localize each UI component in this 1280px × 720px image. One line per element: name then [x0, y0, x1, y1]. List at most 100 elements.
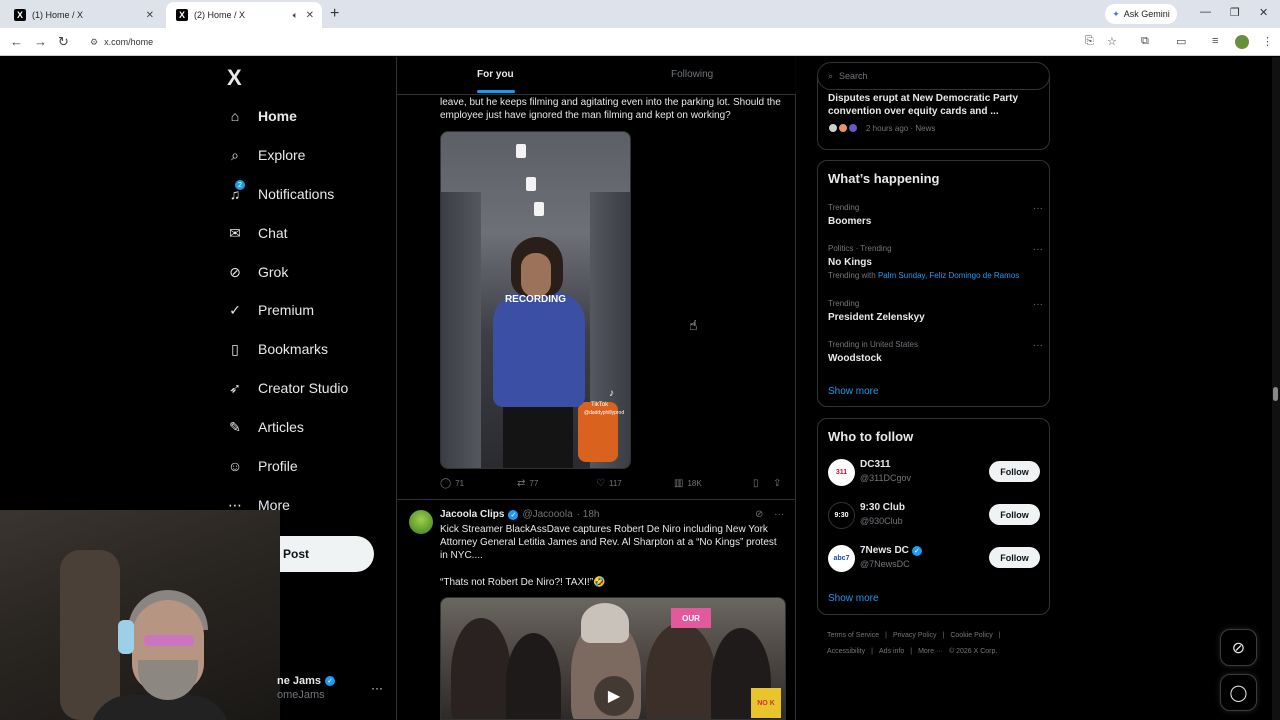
install-app-icon[interactable]: ⎘ [1085, 35, 1094, 48]
reply-button[interactable]: ◯ 71 [440, 478, 464, 489]
nav-item-explore[interactable]: ⌕ Explore [226, 142, 305, 168]
follow-button[interactable]: Follow [989, 547, 1040, 568]
close-tab-icon[interactable]: ✕ [146, 10, 154, 21]
trend-item[interactable]: Trending President Zelenskyy ··· [828, 299, 1043, 323]
more-options-icon[interactable]: ··· [1033, 203, 1043, 214]
show-more-link[interactable]: Show more [828, 593, 879, 604]
forward-icon[interactable]: → [34, 34, 47, 49]
timeline-tabs: For you Following [397, 57, 796, 95]
nav-item-creator-studio[interactable]: ➶ Creator Studio [226, 375, 348, 401]
footer-link-more[interactable]: More ··· [918, 648, 943, 655]
new-tab-icon[interactable]: + [330, 5, 339, 23]
browser-tab-1[interactable]: X (1) Home / X ✕ [4, 2, 162, 28]
nav-item-notifications[interactable]: ♫ 2 Notifications [226, 180, 334, 207]
x-logo[interactable]: X [227, 65, 242, 91]
address-bar[interactable]: ⚙ x.com/home [86, 33, 1066, 51]
verified-badge-icon: ✓ [911, 545, 922, 556]
nav-item-chat[interactable]: ✉ Chat [226, 220, 287, 246]
webcam-glasses [144, 635, 194, 646]
nav-item-premium[interactable]: ✓ Premium [226, 297, 314, 323]
grok-icon[interactable]: ⊘ [755, 509, 763, 520]
grok-icon: ⊘ [229, 263, 241, 280]
chat-floating-button[interactable]: ◯ [1220, 674, 1257, 711]
nav-item-profile[interactable]: ☺ Profile [226, 453, 298, 479]
footer-link-accessibility[interactable]: Accessibility [827, 648, 865, 655]
nav-item-bookmarks[interactable]: ▯ Bookmarks [226, 336, 328, 362]
grok-floating-button[interactable]: ⊘ [1220, 629, 1257, 666]
avatar [828, 123, 838, 133]
site-info-icon[interactable]: ⚙ [90, 37, 98, 48]
scrollbar-thumb[interactable] [1273, 387, 1278, 401]
footer-separator: | [942, 632, 945, 639]
browser-profile-avatar[interactable] [1235, 35, 1249, 49]
news-time: 2 hours ago · News [866, 123, 936, 133]
tab-for-you[interactable]: For you [477, 69, 514, 80]
footer-link-terms[interactable]: Terms of Service [827, 632, 879, 639]
view-count: 18K [687, 479, 702, 488]
speaker-icon[interactable]: 🔈︎ [293, 10, 298, 21]
play-icon[interactable]: ▶ [594, 676, 634, 716]
whats-happening-title: What’s happening [828, 171, 940, 186]
ask-gemini-button[interactable]: ✦ Ask Gemini [1105, 4, 1177, 24]
tweet-video[interactable]: OUR NO K ▶ [440, 597, 786, 720]
trend-item[interactable]: Trending Boomers ··· [828, 203, 1043, 227]
share-button[interactable]: ⇪ [773, 478, 781, 489]
account-more-icon[interactable]: ··· [371, 681, 383, 695]
more-options-icon[interactable]: ··· [1033, 340, 1043, 351]
tab-search-icon[interactable]: ≡ [1212, 35, 1218, 47]
footer-link-ads-info[interactable]: Ads info [879, 648, 904, 655]
post-button[interactable]: Post [279, 536, 374, 572]
browser-menu-icon[interactable]: ⋮ [1262, 35, 1273, 48]
bookmark-star-icon[interactable]: ☆ [1107, 35, 1117, 48]
reload-icon[interactable]: ↻ [58, 34, 69, 50]
trend-item[interactable]: Trending in United States Woodstock ··· [828, 340, 1043, 364]
more-options-icon[interactable]: ··· [1033, 299, 1043, 310]
nav-item-grok[interactable]: ⊘ Grok [226, 259, 288, 285]
close-window-icon[interactable]: ✕ [1259, 6, 1268, 19]
follow-button[interactable]: Follow [989, 504, 1040, 525]
tweet-author-name[interactable]: Jacoola Clips [440, 509, 504, 520]
follow-button[interactable]: Follow [989, 461, 1040, 482]
views-button[interactable]: ▥ 18K [674, 478, 702, 489]
sidepanel-icon[interactable]: ▭ [1176, 35, 1186, 48]
show-more-link[interactable]: Show more [828, 386, 879, 397]
minimize-icon[interactable]: — [1200, 6, 1211, 18]
restore-icon[interactable]: ❐ [1230, 6, 1240, 19]
footer-link-privacy[interactable]: Privacy Policy [893, 632, 937, 639]
trending-with-label: Trending with [828, 271, 876, 280]
close-tab-icon[interactable]: ✕ [306, 10, 314, 21]
browser-tab-2[interactable]: X (2) Home / X 🔈︎ ✕ [166, 2, 322, 28]
trending-with: Trending with Palm Sunday, Feliz Domingo… [828, 271, 1043, 280]
tweet-time[interactable]: · 18h [577, 509, 600, 520]
bookmark-button[interactable]: ▯ [753, 478, 759, 489]
nav-item-label: Premium [258, 302, 315, 318]
nav-item-label: Profile [258, 458, 298, 474]
more-options-icon[interactable]: ··· [774, 509, 784, 520]
sidebar-footer: Terms of Service | Privacy Policy | Cookie P… [827, 628, 1047, 660]
nav-item-home[interactable]: ⌂ Home [226, 103, 297, 129]
back-icon[interactable]: ← [10, 34, 23, 49]
follow-name-row: DC311 [860, 459, 891, 470]
trend-context: Trending in United States [828, 340, 918, 349]
footer-link-cookie[interactable]: Cookie Policy [950, 632, 992, 639]
more-options-icon[interactable]: ··· [1033, 244, 1043, 255]
news-card[interactable]: Disputes erupt at New Democratic Party c… [817, 77, 1050, 150]
follow-suggestion[interactable]: abc7 7News DC ✓ @7NewsDC Follow [828, 543, 1040, 575]
tweet-author-handle[interactable]: @Jacooola [522, 509, 572, 520]
tweet-header: Jacoola Clips ✓ @Jacooola · 18h [440, 509, 599, 520]
repost-button[interactable]: ⇄ 77 [517, 478, 538, 489]
trending-with-topics[interactable]: Palm Sunday, Feliz Domingo de Ramos [878, 271, 1019, 280]
video-person-pants [503, 405, 573, 468]
avatar[interactable] [409, 510, 433, 534]
tweet-video[interactable]: RECORDING ♪ TikTok @daddyphillyprod [440, 131, 631, 469]
video-crowd-person [581, 603, 629, 643]
follow-suggestion[interactable]: 311 DC311 @311DCgov Follow [828, 457, 1040, 489]
tab-following[interactable]: Following [671, 69, 713, 80]
trend-item[interactable]: Politics · Trending No Kings Trending wi… [828, 244, 1043, 280]
follow-suggestion[interactable]: 9:30 9:30 Club @930Club Follow [828, 500, 1040, 532]
x-home-page: X ⌂ Home ⌕ Explore ♫ 2 Notifications ✉ Chat ⊘ Grok… [0, 57, 1280, 720]
nav-item-articles[interactable]: ✎ Articles [226, 414, 304, 440]
like-button[interactable]: ♡ 117 [596, 478, 622, 489]
tweet-text: Kick Streamer BlackAssDave captures Robe… [440, 524, 777, 561]
extensions-icon[interactable]: ⧉ [1141, 35, 1149, 48]
